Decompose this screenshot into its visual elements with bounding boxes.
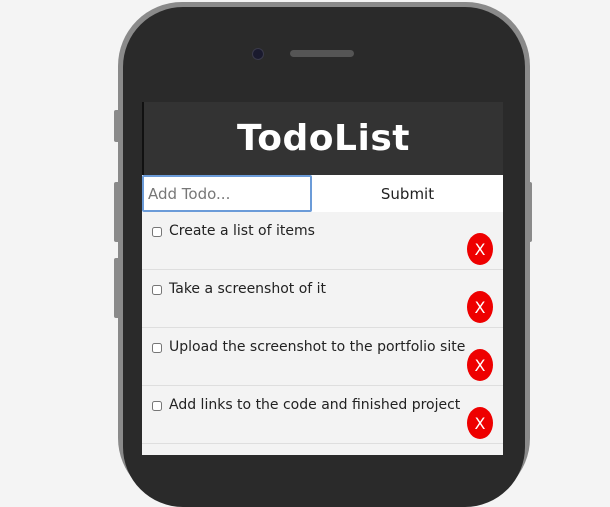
phone-power-button [526,182,532,242]
app-header: TodoList [142,102,503,175]
add-todo-input[interactable] [142,175,312,212]
delete-todo-button[interactable]: X [467,349,493,381]
todo-item: Add links to the code and finished proje… [142,386,503,444]
phone-screen: TodoList Submit Create a list of items X… [142,102,503,455]
x-icon: X [474,297,486,317]
x-icon: X [474,355,486,375]
delete-todo-button[interactable]: X [467,407,493,439]
x-icon: X [474,239,486,259]
x-icon: X [474,413,486,433]
app-title: TodoList [237,118,410,159]
front-camera-icon [252,48,264,60]
submit-button[interactable]: Submit [312,175,503,212]
todo-checkbox[interactable] [152,285,162,295]
phone-volume-up-button [114,182,120,242]
todo-text: Take a screenshot of it [169,281,327,297]
todo-checkbox[interactable] [152,227,162,237]
todo-text: Add links to the code and finished proje… [169,397,461,413]
todo-text: Create a list of items [169,223,315,239]
todo-list: Create a list of items X Take a screensh… [142,212,503,444]
phone-mute-switch [114,110,120,142]
earpiece-speaker [290,50,354,57]
todo-item: Upload the screenshot to the portfolio s… [142,328,503,386]
todo-item: Take a screenshot of it X [142,270,503,328]
phone-volume-down-button [114,258,120,318]
add-todo-form: Submit [142,175,503,212]
todo-checkbox[interactable] [152,343,162,353]
delete-todo-button[interactable]: X [467,233,493,265]
todo-text: Upload the screenshot to the portfolio s… [169,339,466,355]
todo-item: Create a list of items X [142,212,503,270]
delete-todo-button[interactable]: X [467,291,493,323]
todo-checkbox[interactable] [152,401,162,411]
